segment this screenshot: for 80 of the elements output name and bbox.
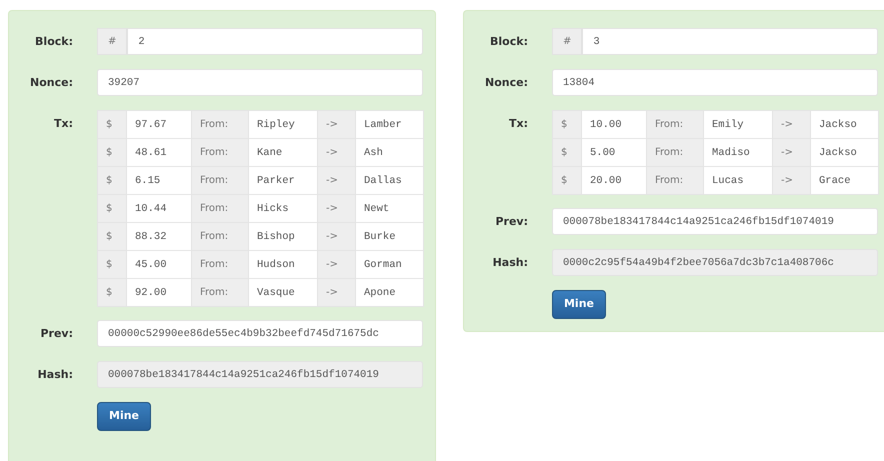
from-label: From: [191,250,249,279]
hash-label: Hash: [36,367,73,383]
nonce-label: Nonce: [29,75,73,91]
from-label: From: [191,222,249,251]
from-label: From: [646,110,704,139]
sender-field[interactable]: Lucas [702,166,773,195]
block-number-field[interactable]: 3 [582,28,878,55]
amount-field[interactable]: 48.61 [126,138,192,167]
from-label: From: [646,138,704,167]
recipient-field[interactable]: Ash [355,138,424,167]
sender-field[interactable]: Bishop [248,222,318,251]
from-label: From: [191,166,249,195]
currency-label: $ [97,194,127,223]
nonce-field[interactable]: 39207 [97,69,423,96]
arrow-label: -> [317,250,356,279]
sender-field[interactable]: Parker [248,166,318,195]
sender-field[interactable]: Vasque [248,278,318,307]
arrow-label: -> [772,110,811,139]
prev-hash-field[interactable]: 000078be183417844c14a9251ca246fb15df1074019 [552,208,878,235]
recipient-field[interactable]: Jackso [810,138,879,167]
amount-field[interactable]: 88.32 [126,222,192,251]
prefix-label: # [97,28,128,55]
from-label: From: [191,278,249,307]
arrow-label: -> [317,138,356,167]
block-label: Block: [489,34,528,50]
mine-button[interactable]: Mine [552,290,606,318]
currency-label: $ [97,110,127,139]
arrow-label: -> [772,166,811,195]
recipient-field[interactable]: Dallas [355,166,424,195]
amount-field[interactable]: 97.67 [126,110,192,139]
currency-label: $ [97,138,127,167]
recipient-field[interactable]: Newt [355,194,424,223]
tx-label: Tx: [53,116,73,132]
hash-label: Hash: [492,255,528,271]
block-number-field[interactable]: 2 [127,28,423,55]
recipient-field[interactable]: Jackso [810,110,879,139]
currency-label: $ [97,166,127,195]
sender-field[interactable]: Ripley [248,110,318,139]
amount-field[interactable]: 10.44 [126,194,192,223]
amount-field[interactable]: 20.00 [580,166,647,195]
from-label: From: [646,166,704,195]
sender-field[interactable]: Hudson [248,250,318,279]
sender-field[interactable]: Hicks [248,194,318,223]
currency-label: $ [97,250,127,279]
recipient-field[interactable]: Lamber [355,110,424,139]
nonce-label: Nonce: [484,75,528,91]
arrow-label: -> [317,110,356,139]
tx-label: Tx: [508,116,528,132]
currency-label: $ [552,138,582,167]
arrow-label: -> [317,278,356,307]
amount-field[interactable]: 45.00 [126,250,192,279]
from-label: From: [191,194,249,223]
from-label: From: [191,138,249,167]
recipient-field[interactable]: Apone [355,278,424,307]
mine-button[interactable]: Mine [97,402,152,430]
prefix-label: # [552,28,582,55]
currency-label: $ [97,278,127,307]
currency-label: $ [97,222,127,251]
sender-field[interactable]: Kane [248,138,318,167]
recipient-field[interactable]: Burke [355,222,424,251]
amount-field[interactable]: 92.00 [126,278,192,307]
sender-field[interactable]: Madiso [702,138,773,167]
nonce-field[interactable]: 13804 [552,69,878,96]
recipient-field[interactable]: Gorman [355,250,424,279]
block-label: Block: [34,34,73,50]
amount-field[interactable]: 5.00 [580,138,647,167]
prev-label: Prev: [39,326,73,342]
amount-field[interactable]: 6.15 [126,166,192,195]
arrow-label: -> [317,222,356,251]
amount-field[interactable]: 10.00 [580,110,647,139]
prev-hash-field[interactable]: 00000c52990ee86de55ec4b9b32beefd745d71675dc [97,320,423,347]
currency-label: $ [552,166,582,195]
sender-field[interactable]: Emily [702,110,773,139]
arrow-label: -> [772,138,811,167]
arrow-label: -> [317,166,356,195]
currency-label: $ [552,110,582,139]
prev-label: Prev: [494,214,528,230]
recipient-field[interactable]: Grace [810,166,879,195]
arrow-label: -> [317,194,356,223]
from-label: From: [191,110,249,139]
